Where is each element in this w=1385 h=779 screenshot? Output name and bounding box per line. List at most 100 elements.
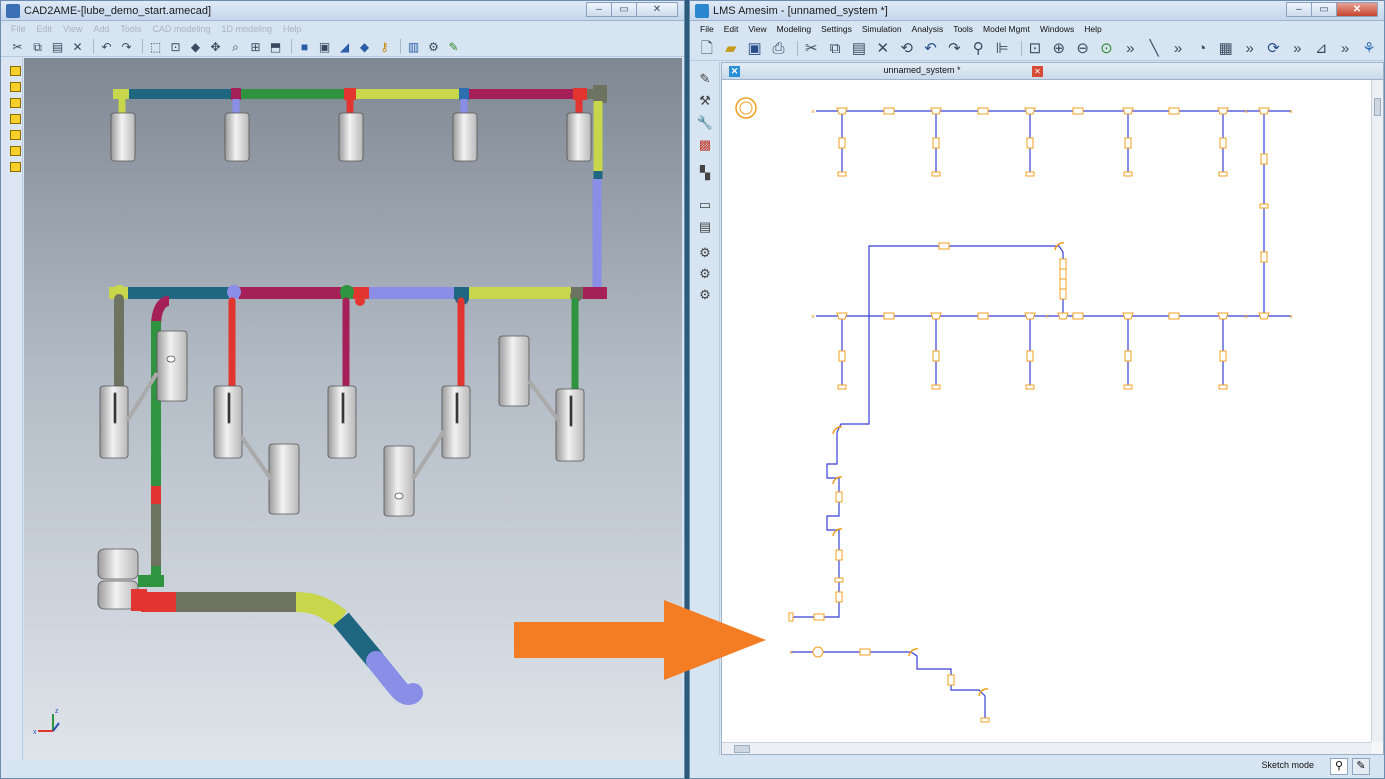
paint-icon[interactable]: ◢	[336, 38, 353, 55]
print-icon[interactable]: ⎙	[770, 38, 788, 58]
tee-junction[interactable]	[930, 107, 942, 115]
edit-mode-toggle-icon[interactable]: ✎	[1352, 758, 1370, 775]
more-tools-icon[interactable]: »	[1241, 38, 1259, 58]
pipe-component[interactable]	[1168, 107, 1180, 115]
undo-icon[interactable]: ↶	[922, 38, 940, 58]
script-icon[interactable]: ⊿	[1312, 38, 1330, 58]
amesim-titlebar[interactable]: LMS Amesim - [unnamed_system *] – ▭ ✕	[690, 1, 1384, 21]
pipe-component[interactable]	[1059, 268, 1067, 280]
pipe-component[interactable]	[835, 549, 843, 561]
python-icon[interactable]: ⚘	[1360, 38, 1378, 58]
tee-junction[interactable]	[1122, 107, 1134, 115]
more-tools-icon[interactable]: »	[1121, 38, 1139, 58]
end-cap[interactable]	[834, 577, 844, 583]
cube-icon[interactable]	[10, 130, 21, 140]
vertical-scrollbar[interactable]	[1371, 80, 1383, 742]
pipe-component[interactable]	[859, 648, 871, 656]
menu-modeling[interactable]: Modeling	[777, 24, 812, 34]
end-cap[interactable]	[931, 171, 941, 177]
menu-file[interactable]: File	[11, 24, 26, 34]
tee-junction[interactable]	[1258, 107, 1270, 115]
pan-icon[interactable]: ✥	[207, 38, 224, 55]
tee-junction[interactable]	[836, 312, 848, 320]
pipe-component[interactable]	[947, 674, 955, 686]
sketch-canvas[interactable]: × × × × × × × ×	[722, 80, 1371, 742]
rotate-icon[interactable]: ⟲	[898, 38, 916, 58]
cube-icon[interactable]	[10, 146, 21, 156]
tee-junction[interactable]	[1122, 312, 1134, 320]
menu-simulation[interactable]: Simulation	[862, 24, 902, 34]
select-icon[interactable]: ⬚	[147, 38, 164, 55]
more-tools-icon[interactable]: »	[1169, 38, 1187, 58]
close-button[interactable]: ✕	[1336, 2, 1378, 17]
end-cap[interactable]	[1218, 384, 1228, 390]
zoom-in-icon[interactable]: ⊕	[1050, 38, 1068, 58]
gear-icon[interactable]: ⚙	[696, 286, 714, 304]
tee-junction[interactable]	[1258, 312, 1270, 320]
end-cap[interactable]	[1025, 384, 1035, 390]
pipe-component[interactable]	[1219, 137, 1227, 149]
port-marker[interactable]: ×	[811, 314, 815, 321]
paste-icon[interactable]: ▤	[850, 38, 868, 58]
pipe-component[interactable]	[1026, 350, 1034, 362]
wireframe-view-icon[interactable]: ▣	[316, 38, 333, 55]
close-button[interactable]: ✕	[636, 2, 678, 17]
port-marker[interactable]: ×	[789, 650, 793, 657]
undo-icon[interactable]: ↶	[98, 38, 115, 55]
copy-icon[interactable]: ⧉	[826, 38, 844, 58]
key-icon[interactable]: ⚷	[376, 38, 393, 55]
simulation-mode-icon[interactable]: ▩	[696, 136, 714, 154]
cube-icon[interactable]	[10, 98, 21, 108]
zoom-region-icon[interactable]: ⊙	[1098, 38, 1116, 58]
align-icon[interactable]: ⊫	[993, 38, 1011, 58]
cube-icon[interactable]	[10, 82, 21, 92]
edit-icon[interactable]: ✎	[445, 38, 462, 55]
menu-windows[interactable]: Windows	[1040, 24, 1074, 34]
component-icon[interactable]: ▚	[696, 164, 714, 182]
iso-view-icon[interactable]: ⬒	[267, 38, 284, 55]
pipe-component[interactable]	[1124, 137, 1132, 149]
pipe-component[interactable]	[1059, 258, 1067, 270]
port-marker[interactable]: ×	[1289, 109, 1293, 116]
gear-icon[interactable]: ⚙	[696, 244, 714, 262]
scroll-thumb[interactable]	[1374, 98, 1381, 116]
pipe-component[interactable]	[938, 242, 950, 250]
cube-icon[interactable]	[10, 114, 21, 124]
menu-settings[interactable]: Settings	[821, 24, 852, 34]
pipe-component[interactable]	[838, 137, 846, 149]
pipe-component[interactable]	[1219, 350, 1227, 362]
menu-help[interactable]: Help	[283, 24, 302, 34]
end-cap[interactable]	[837, 384, 847, 390]
cut-icon[interactable]: ✂	[802, 38, 820, 58]
sketch-mode-toggle-icon[interactable]: ⚲	[1330, 758, 1348, 775]
pipe-component[interactable]	[1168, 312, 1180, 320]
port-marker[interactable]: ×	[811, 109, 815, 116]
pipe-component[interactable]	[813, 613, 825, 621]
page-layout-icon[interactable]: ▤	[696, 218, 714, 236]
tank-component[interactable]	[788, 612, 794, 622]
pipe-component[interactable]	[1059, 278, 1067, 290]
tab-unnamed-system[interactable]: unnamed_system *	[837, 65, 1007, 75]
menu-tools[interactable]: Tools	[953, 24, 973, 34]
menu-cad-modeling[interactable]: CAD modeling	[152, 24, 210, 34]
port-marker[interactable]: ×	[1289, 314, 1293, 321]
cad2ame-titlebar[interactable]: CAD2AME-[lube_demo_start.amecad] – ▭ ✕	[1, 1, 684, 21]
end-cap[interactable]	[931, 384, 941, 390]
pipe-component[interactable]	[1260, 153, 1268, 165]
end-cap[interactable]	[1259, 203, 1269, 209]
pipe-component[interactable]	[977, 107, 989, 115]
pipe-component[interactable]	[838, 350, 846, 362]
copy-icon[interactable]: ⧉	[29, 38, 46, 55]
horizontal-scrollbar[interactable]	[722, 742, 1371, 754]
pipe-component[interactable]	[1072, 312, 1084, 320]
tee-junction[interactable]	[1024, 107, 1036, 115]
menu-edit[interactable]: Edit	[724, 24, 739, 34]
line-draw-icon[interactable]: ╲	[1145, 38, 1163, 58]
parameter-mode-icon[interactable]: 🔧	[696, 114, 714, 132]
pipe-component[interactable]	[977, 312, 989, 320]
menu-add[interactable]: Add	[93, 24, 109, 34]
rotate-icon[interactable]: ◆	[187, 38, 204, 55]
cube-icon[interactable]	[10, 66, 21, 76]
end-cap[interactable]	[837, 171, 847, 177]
scroll-thumb[interactable]	[734, 745, 750, 753]
